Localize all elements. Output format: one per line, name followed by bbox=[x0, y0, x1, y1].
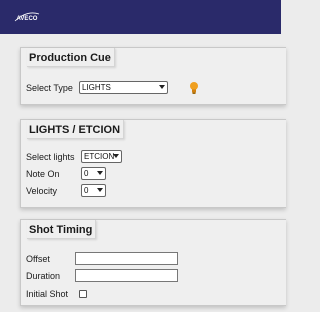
production-cue-title: Production Cue bbox=[27, 48, 115, 67]
shot-timing-panel: Shot Timing Offset Duration Initial Shot bbox=[20, 219, 286, 306]
chevron-down-icon bbox=[97, 188, 103, 192]
velocity-label: Velocity bbox=[26, 186, 58, 196]
note-on-value: 0 bbox=[84, 169, 89, 178]
duration-label: Duration bbox=[26, 271, 61, 281]
velocity-dropdown[interactable]: 0 bbox=[81, 184, 106, 197]
select-type-label: Select Type bbox=[26, 83, 73, 93]
duration-input[interactable] bbox=[75, 269, 178, 282]
lights-etcion-panel: LIGHTS / ETCION Select lights ETCION Not… bbox=[20, 119, 286, 208]
offset-label: Offset bbox=[26, 254, 50, 264]
chevron-down-icon bbox=[159, 85, 165, 89]
shot-timing-title: Shot Timing bbox=[27, 220, 97, 239]
chevron-down-icon bbox=[113, 154, 119, 158]
initial-shot-checkbox[interactable] bbox=[79, 290, 87, 298]
select-lights-label: Select lights bbox=[26, 152, 75, 162]
svg-text:AVECO: AVECO bbox=[17, 16, 38, 22]
select-type-dropdown[interactable]: LIGHTS bbox=[79, 81, 168, 94]
chevron-down-icon bbox=[97, 171, 103, 175]
velocity-value: 0 bbox=[84, 186, 89, 195]
select-lights-dropdown[interactable]: ETCION bbox=[81, 150, 122, 163]
note-on-label: Note On bbox=[26, 169, 60, 179]
lightbulb-icon[interactable] bbox=[189, 81, 199, 95]
lights-etcion-title: LIGHTS / ETCION bbox=[27, 120, 125, 139]
select-lights-value: ETCION bbox=[84, 152, 115, 161]
top-header-bar: AVECO bbox=[0, 0, 281, 34]
initial-shot-label: Initial Shot bbox=[26, 289, 69, 299]
aveco-logo: AVECO bbox=[14, 12, 40, 22]
offset-input[interactable] bbox=[75, 252, 178, 265]
select-type-value: LIGHTS bbox=[82, 83, 111, 92]
note-on-dropdown[interactable]: 0 bbox=[81, 167, 106, 180]
production-cue-panel: Production Cue Select Type LIGHTS bbox=[20, 47, 286, 105]
